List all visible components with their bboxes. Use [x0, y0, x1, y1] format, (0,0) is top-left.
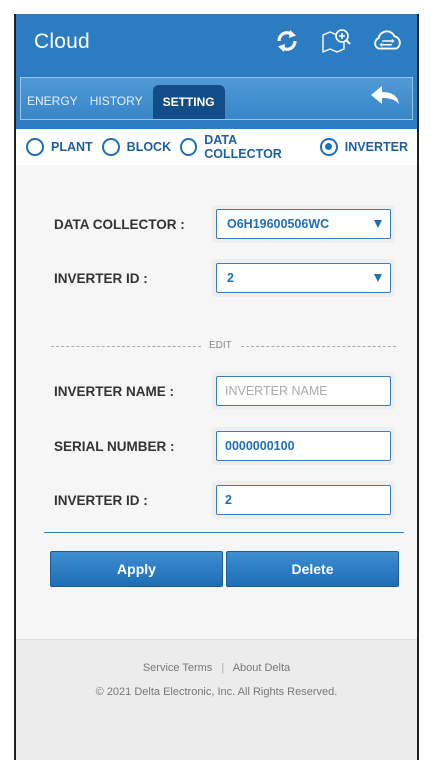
apply-button[interactable]: Apply [50, 551, 223, 587]
inverter-id-input[interactable] [216, 485, 391, 515]
data-collector-row: DATA COLLECTOR : O6H19600506WC [16, 205, 417, 245]
divider-line-right [241, 346, 396, 347]
app-title: Cloud [34, 29, 90, 53]
inverter-id-select-row: INVERTER ID : 2 [16, 259, 417, 299]
serial-number-wrap [212, 427, 395, 465]
radio-circle [180, 138, 198, 156]
tab-bar: ENERGY HISTORY SETTING [20, 77, 413, 120]
inverter-name-input[interactable] [216, 376, 391, 406]
header-actions [271, 26, 403, 56]
service-terms-link[interactable]: Service Terms [143, 662, 212, 674]
app-header: Cloud [16, 14, 417, 69]
inverter-id-select[interactable]: 2 [216, 263, 391, 293]
inverter-id-input-wrap [212, 481, 395, 519]
tab-area: ENERGY HISTORY SETTING [16, 69, 417, 129]
data-collector-value: O6H19600506WC [227, 217, 330, 231]
serial-number-row: SERIAL NUMBER : [16, 427, 417, 467]
radio-data-collector[interactable]: DATA COLLECTOR [180, 133, 311, 161]
form-separator [44, 532, 404, 533]
serial-number-label: SERIAL NUMBER : [54, 439, 175, 454]
footer: Service Terms | About Delta © 2021 Delta… [16, 639, 417, 760]
app-frame: Cloud ENERGY HISTORY SETTING PLANT BLOCK… [14, 14, 419, 760]
footer-links: Service Terms | About Delta [16, 662, 417, 674]
inverter-id-select-value: 2 [227, 271, 234, 285]
edit-divider: EDIT [51, 339, 396, 353]
inverter-id-input-label: INVERTER ID : [54, 493, 148, 508]
radio-circle [101, 138, 120, 156]
data-collector-select[interactable]: O6H19600506WC [216, 209, 391, 239]
radio-circle-selected [319, 138, 338, 156]
inverter-name-label: INVERTER NAME : [54, 384, 175, 399]
about-delta-link[interactable]: About Delta [233, 662, 290, 674]
inverter-id-select-label: INVERTER ID : [54, 271, 148, 286]
tab-setting[interactable]: SETTING [152, 85, 225, 119]
radio-inverter[interactable]: INVERTER [319, 138, 408, 156]
data-collector-select-wrap: O6H19600506WC [212, 205, 395, 243]
inverter-id-input-row: INVERTER ID : [16, 481, 417, 521]
refresh-icon[interactable] [271, 26, 303, 56]
radio-circle [26, 138, 44, 156]
dropdown-caret-icon [374, 274, 382, 282]
tab-energy[interactable]: ENERGY [21, 94, 84, 119]
data-collector-label: DATA COLLECTOR : [54, 217, 185, 232]
radio-plant[interactable]: PLANT [26, 138, 93, 156]
inverter-name-wrap [212, 372, 395, 410]
radio-block[interactable]: BLOCK [101, 138, 171, 156]
divider-line-left [51, 346, 201, 347]
serial-number-input[interactable] [216, 431, 391, 461]
inverter-name-row: INVERTER NAME : [16, 372, 417, 412]
delete-button[interactable]: Delete [226, 551, 399, 587]
copyright-text: © 2021 Delta Electronic, Inc. All Rights… [95, 686, 338, 698]
back-arrow-icon[interactable] [368, 82, 402, 108]
level-radio-group: PLANT BLOCK DATA COLLECTOR INVERTER [16, 129, 417, 165]
dropdown-caret-icon [374, 220, 382, 228]
footer-separator: | [221, 662, 225, 674]
tab-history[interactable]: HISTORY [84, 94, 149, 119]
map-search-icon[interactable] [321, 26, 353, 56]
cloud-sync-icon[interactable] [371, 26, 403, 56]
edit-label: EDIT [209, 340, 232, 351]
inverter-id-select-wrap: 2 [212, 259, 395, 297]
